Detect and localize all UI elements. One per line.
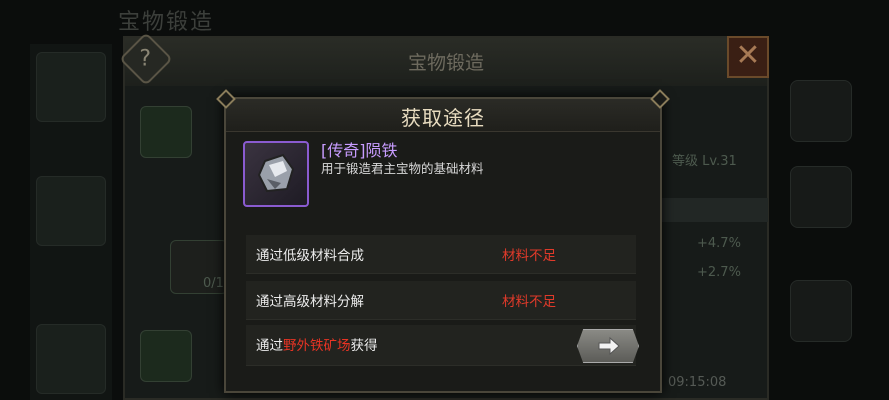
- treasure-slot[interactable]: [140, 330, 192, 382]
- path-suffix: 获得: [350, 338, 378, 354]
- path-prefix: 通过: [256, 338, 283, 354]
- right-sidebar: [790, 80, 852, 400]
- meteorite-icon: [257, 153, 295, 193]
- acquire-path-dialog: 获取途径 [传奇]陨铁 用于锻造君主宝物的基础材料 通过低级材料合成 材料不足 …: [216, 89, 670, 393]
- treasure-slot[interactable]: [140, 106, 192, 158]
- clock-time: 09:15:08: [668, 375, 727, 390]
- sidebar-slot[interactable]: [790, 80, 852, 142]
- go-button[interactable]: [577, 329, 639, 363]
- dialog-title: 获取途径: [401, 106, 485, 130]
- sidebar-slot[interactable]: [36, 52, 106, 122]
- forge-panel-title: 宝物锻造: [407, 52, 484, 74]
- item-icon-frame[interactable]: [243, 141, 309, 207]
- stat-bar: [660, 198, 768, 222]
- path-status: 材料不足: [502, 294, 556, 310]
- material-count: 0/1: [203, 276, 224, 291]
- path-label: 通过野外铁矿场获得: [256, 334, 378, 354]
- arrow-right-icon: [598, 336, 620, 356]
- stat-value: +2.7%: [697, 265, 741, 280]
- sidebar-slot[interactable]: [36, 176, 106, 246]
- sidebar-slot[interactable]: [790, 280, 852, 342]
- path-label: 通过高级材料分解: [256, 294, 364, 310]
- location-link[interactable]: 野外铁矿场: [283, 338, 351, 354]
- close-icon: ✕: [735, 38, 761, 73]
- path-row[interactable]: 通过低级材料合成 材料不足: [246, 235, 636, 274]
- path-row[interactable]: 通过高级材料分解 材料不足: [246, 281, 636, 320]
- stat-value: +4.7%: [697, 236, 741, 251]
- sidebar-slot[interactable]: [36, 324, 106, 394]
- level-text: 等级 Lv.31: [672, 154, 737, 169]
- path-label: 通过低级材料合成: [256, 248, 364, 264]
- left-sidebar: [30, 44, 112, 400]
- close-button[interactable]: ✕: [727, 36, 769, 78]
- item-description: 用于锻造君主宝物的基础材料: [321, 161, 484, 176]
- path-status: 材料不足: [502, 248, 556, 264]
- help-icon: ?: [139, 46, 152, 72]
- background-title: 宝物锻造: [118, 10, 215, 35]
- sidebar-slot[interactable]: [790, 166, 852, 228]
